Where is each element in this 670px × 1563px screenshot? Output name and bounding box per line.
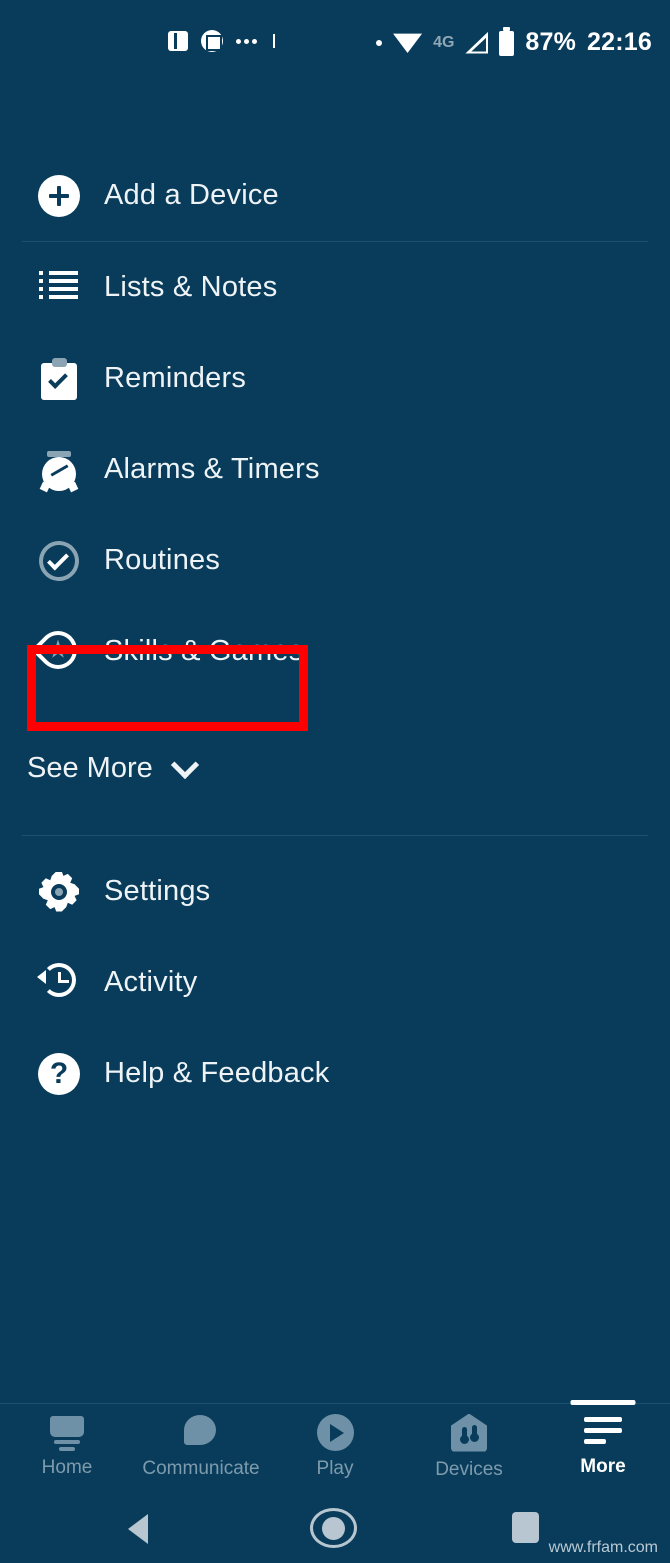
menu-item-activity[interactable]: Activity xyxy=(0,937,670,1028)
question-circle-icon: ? xyxy=(36,1051,82,1097)
more-notifications-icon xyxy=(236,38,257,44)
menu-item-label: Settings xyxy=(104,875,211,907)
split-screen-icon xyxy=(168,31,188,51)
back-triangle-icon[interactable] xyxy=(128,1514,148,1544)
menu-item-skills-games[interactable]: Skills & Games xyxy=(0,606,670,697)
network-type-label: 4G xyxy=(433,33,455,51)
see-more-label: See More xyxy=(27,752,153,784)
tab-communicate[interactable]: Communicate xyxy=(134,1404,268,1490)
menu-item-lists-notes[interactable]: Lists & Notes xyxy=(0,242,670,333)
home-circle-icon[interactable] xyxy=(310,1508,357,1548)
menu-item-label: Alarms & Timers xyxy=(104,453,320,485)
more-menu-list: Add a Device Lists & Notes Reminders Ala… xyxy=(0,150,670,697)
play-circle-icon xyxy=(316,1414,354,1451)
status-bar-left-icons xyxy=(168,30,275,52)
status-dot-icon xyxy=(376,39,383,46)
menu-item-label: Help & Feedback xyxy=(104,1057,330,1089)
more-menu-secondary-list: Settings Activity ? Help & Feedback xyxy=(0,846,670,1119)
active-tab-indicator xyxy=(570,1400,636,1405)
battery-icon xyxy=(499,26,515,56)
tab-label: More xyxy=(580,1455,626,1477)
hamburger-icon xyxy=(584,1416,622,1449)
menu-item-add-a-device[interactable]: Add a Device xyxy=(0,150,670,241)
refresh-check-icon xyxy=(30,532,88,589)
history-clock-icon xyxy=(36,960,82,1006)
menu-item-reminders[interactable]: Reminders xyxy=(0,333,670,424)
cellular-signal-icon xyxy=(465,31,489,54)
wifi-icon xyxy=(393,33,423,53)
menu-item-help-feedback[interactable]: ? Help & Feedback xyxy=(0,1028,670,1119)
menu-item-routines[interactable]: Routines xyxy=(0,515,670,606)
menu-item-settings[interactable]: Settings xyxy=(0,846,670,937)
menu-item-label: Routines xyxy=(104,544,221,576)
menu-item-label: Skills & Games xyxy=(104,635,304,667)
app-screen: 4G 87% 22:16 Add a Device Lists & Notes xyxy=(0,0,670,1563)
tab-home[interactable]: Home xyxy=(0,1404,134,1490)
list-lines-icon xyxy=(36,265,82,311)
battery-percent-label: 87% xyxy=(525,28,577,56)
bottom-navigation-bar: Home Communicate Play Devices More xyxy=(0,1400,670,1490)
notification-divider xyxy=(273,34,275,48)
tab-label: Home xyxy=(41,1456,93,1478)
android-system-bar: www.frfam.com xyxy=(0,1490,670,1563)
menu-item-label: Lists & Notes xyxy=(104,271,278,303)
menu-item-alarms-timers[interactable]: Alarms & Timers xyxy=(0,424,670,515)
plus-circle-icon xyxy=(36,173,82,219)
menu-item-label: Activity xyxy=(104,966,198,998)
alarm-clock-icon xyxy=(36,447,82,493)
tab-label: Play xyxy=(316,1458,354,1479)
status-bar-right-icons: 4G 87% 22:16 xyxy=(376,26,652,57)
tab-label: Communicate xyxy=(142,1457,260,1479)
clock-label: 22:16 xyxy=(587,28,652,56)
status-bar: 4G 87% 22:16 xyxy=(0,0,670,78)
watermark-label: www.frfam.com xyxy=(548,1539,658,1556)
tab-more[interactable]: More xyxy=(536,1400,670,1490)
menu-item-label: Reminders xyxy=(104,362,247,394)
pin-star-icon xyxy=(31,622,85,677)
gear-icon xyxy=(36,869,82,915)
speech-bubble-icon xyxy=(184,1414,218,1451)
tab-play[interactable]: Play xyxy=(268,1404,402,1490)
see-more-button[interactable]: See More xyxy=(27,750,199,785)
smart-home-icon xyxy=(451,1413,487,1452)
screenshot-edit-icon xyxy=(201,30,223,52)
clipboard-check-icon xyxy=(36,356,82,402)
recents-square-icon[interactable] xyxy=(512,1512,539,1543)
tab-label: Devices xyxy=(435,1458,503,1480)
chevron-down-icon xyxy=(170,750,199,779)
menu-item-label: Add a Device xyxy=(104,179,279,211)
echo-device-icon xyxy=(47,1415,87,1451)
tab-devices[interactable]: Devices xyxy=(402,1404,536,1490)
menu-divider-bottom xyxy=(22,835,648,836)
